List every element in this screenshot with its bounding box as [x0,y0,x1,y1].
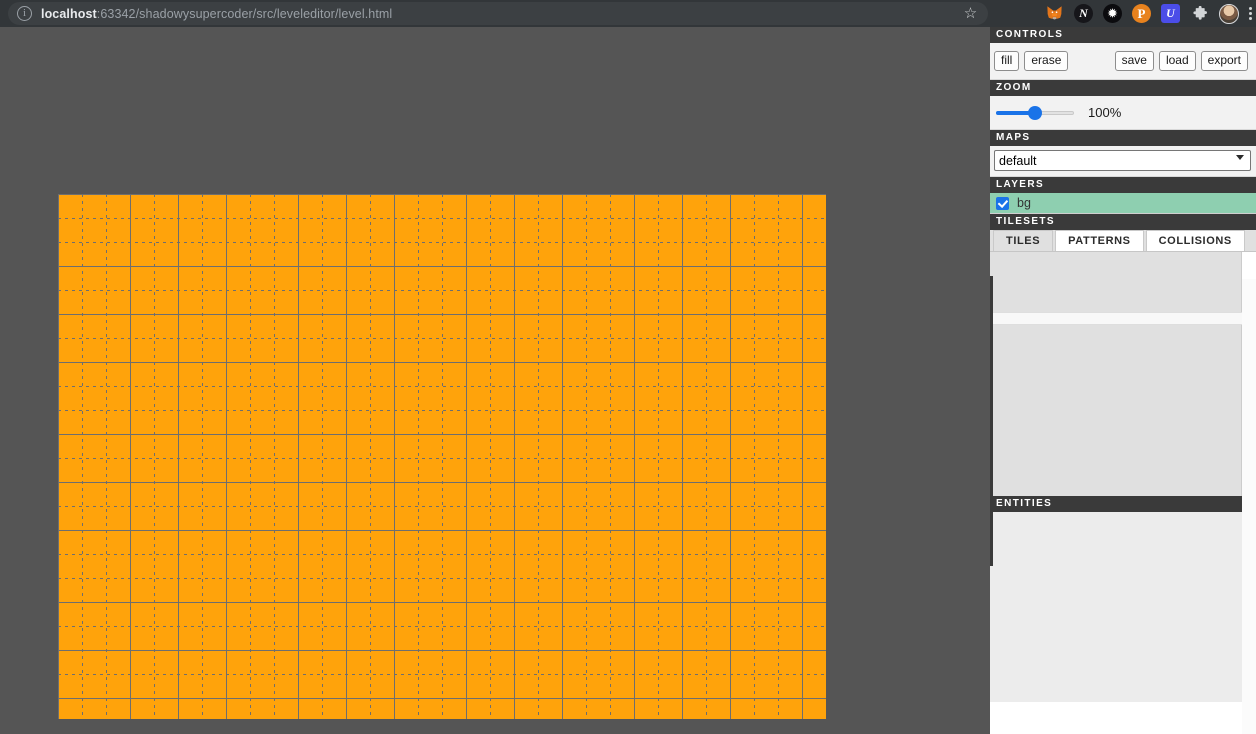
level-canvas-area[interactable] [0,27,990,734]
layers-section-header: LAYERS [990,177,1256,193]
tileset-preview-panel[interactable] [990,252,1242,312]
zoom-body: 100% [990,96,1256,130]
tilesets-section-header: TILESETS [990,214,1256,230]
entities-panel[interactable] [990,512,1242,702]
n-extension-icon[interactable]: N [1074,4,1093,23]
url-host: localhost [41,6,97,21]
p-extension-glyph: P [1137,5,1146,21]
editor-sidepanel: CONTROLS fill erase save load export ZOO… [990,27,1256,734]
fill-button[interactable]: fill [994,51,1020,71]
controls-section-header: CONTROLS [990,27,1256,43]
grid-overlay [58,194,826,719]
tileset-divider [990,312,1242,325]
tilemap-grid[interactable] [58,194,826,719]
layer-visibility-checkbox[interactable] [996,196,1009,210]
map-select[interactable]: default [994,150,1251,171]
extensions-strip: N ✹ P U [1045,0,1252,27]
maps-section-header: MAPS [990,130,1256,146]
tilesets-left-gutter [990,276,993,566]
browser-toolbar: i localhost:63342/shadowysupercoder/src/… [0,0,1256,27]
address-bar[interactable]: i localhost:63342/shadowysupercoder/src/… [8,2,988,25]
u-extension-glyph: U [1166,6,1175,20]
tab-tiles[interactable]: TILES [993,230,1054,251]
tileset-palette-panel[interactable] [990,325,1242,496]
save-button[interactable]: save [1114,51,1154,71]
url-path: :63342/shadowysupercoder/src/leveleditor… [96,6,393,21]
tilesets-tab-strip: TILES PATTERNS COLLISIONS [990,230,1256,252]
black-extension-icon[interactable]: ✹ [1103,4,1122,23]
tab-collisions[interactable]: COLLISIONS [1145,230,1245,251]
bookmark-star-icon[interactable]: ☆ [962,5,979,22]
zoom-slider-thumb[interactable] [1028,105,1042,120]
tilesets-scrollbar[interactable] [1242,279,1256,734]
url-text: localhost:63342/shadowysupercoder/src/le… [41,7,392,21]
black-extension-glyph: ✹ [1107,8,1118,20]
zoom-value-label: 100% [1088,105,1122,120]
site-info-icon[interactable]: i [17,6,32,21]
controls-body: fill erase save load export [990,43,1256,80]
u-extension-icon[interactable]: U [1161,4,1180,23]
zoom-section-header: ZOOM [990,80,1256,96]
layer-name-label: bg [1017,196,1031,210]
chevron-down-icon [1236,155,1244,160]
load-button[interactable]: load [1158,51,1196,71]
erase-button[interactable]: erase [1024,51,1069,71]
export-button[interactable]: export [1200,51,1248,71]
entities-section-header: ENTITIES [990,496,1256,512]
p-extension-icon[interactable]: P [1132,4,1151,23]
layer-row-bg[interactable]: bg [990,193,1256,214]
metamask-extension-icon[interactable] [1045,4,1064,23]
profile-avatar[interactable] [1219,3,1239,24]
n-extension-glyph: N [1079,6,1088,20]
maps-body: default [990,146,1256,177]
tab-patterns[interactable]: PATTERNS [1055,230,1144,251]
puzzle-extensions-icon[interactable] [1190,4,1209,23]
map-select-value: default [999,153,1037,168]
zoom-slider[interactable] [996,105,1074,120]
browser-menu-icon[interactable] [1249,7,1252,20]
